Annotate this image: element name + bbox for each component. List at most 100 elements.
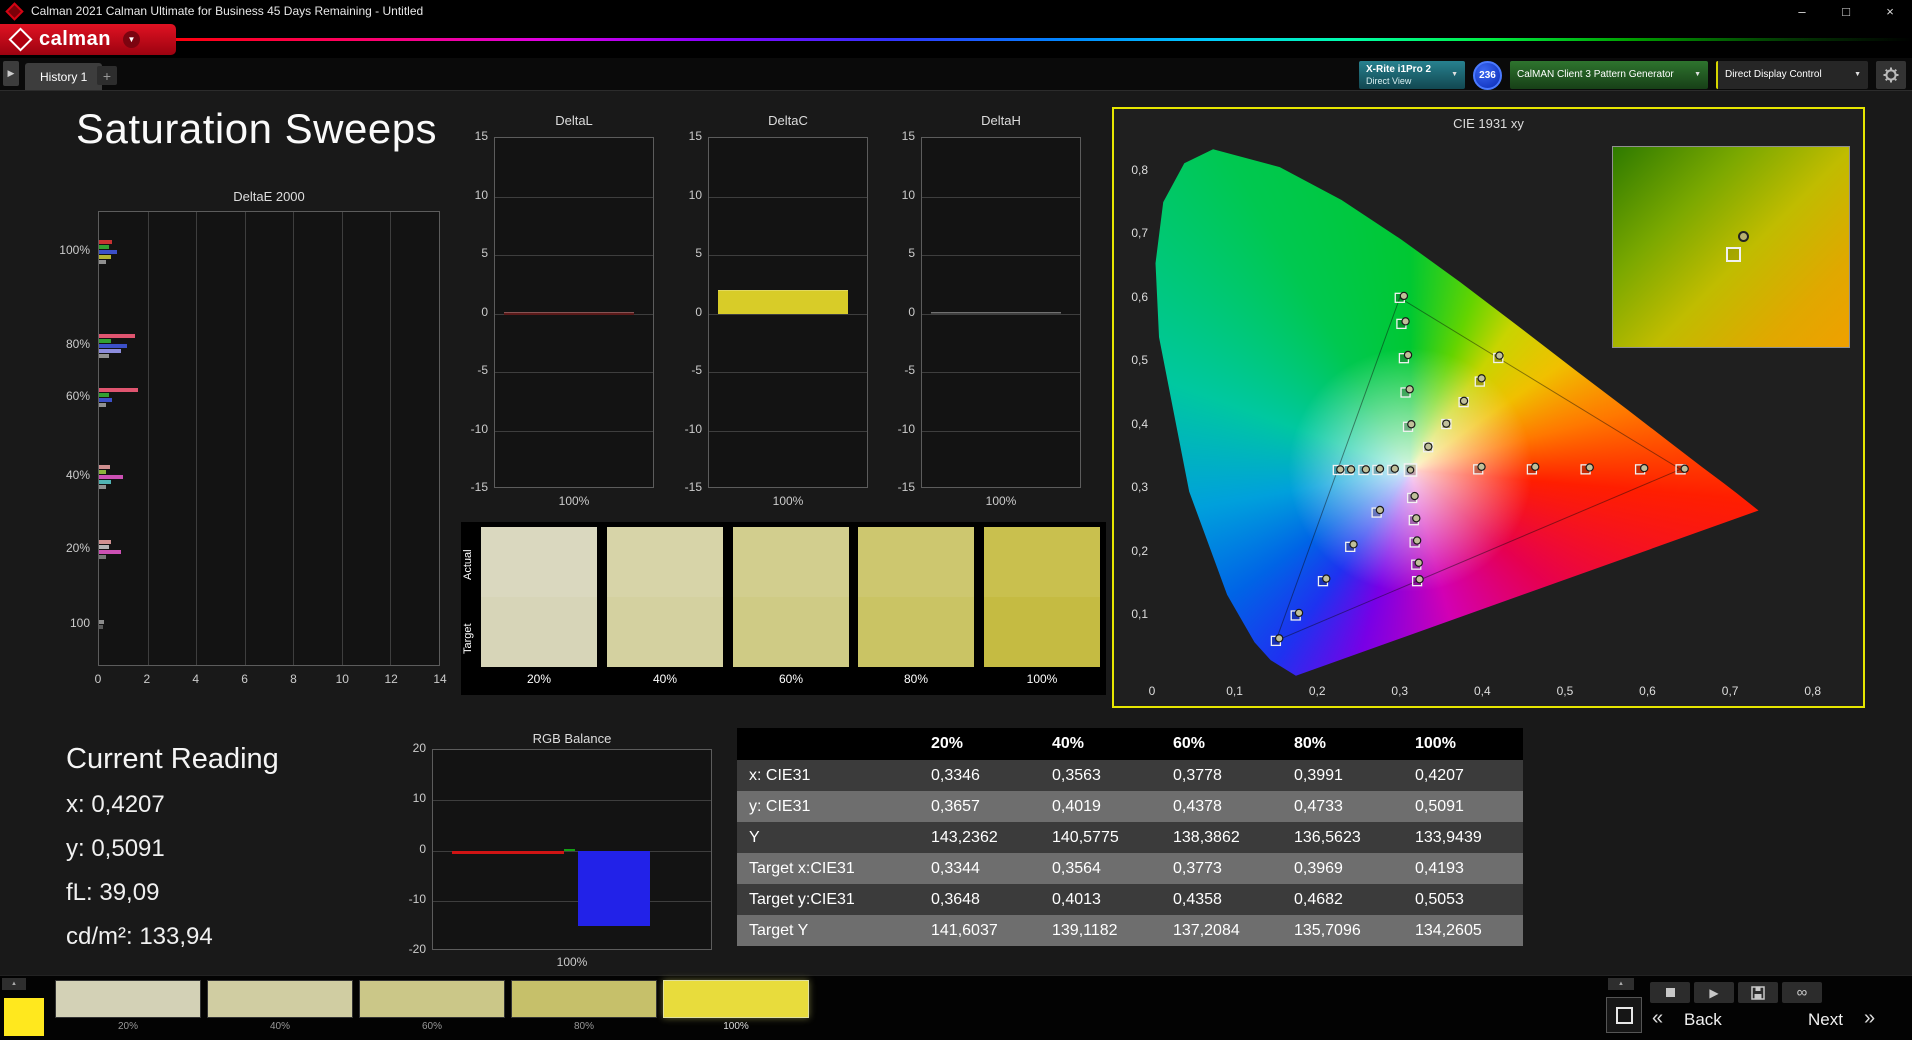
- collapse-panel-button[interactable]: ▲: [2, 978, 26, 990]
- next-chevron-icon[interactable]: »: [1864, 1007, 1875, 1030]
- deltae-bar: [99, 398, 113, 402]
- deltae-bar: [99, 625, 103, 629]
- deltae-bar: [99, 550, 121, 554]
- table-row: x: CIE31 0,3346 0,3563 0,3778 0,3991 0,4207: [737, 760, 1523, 791]
- next-button[interactable]: Next: [1808, 1010, 1843, 1030]
- cie-measured-point-red: [1680, 464, 1689, 473]
- deltae2000-x-axis: 0 2 4 6 8 10 12 14: [95, 672, 447, 688]
- deltae-bar: [99, 479, 112, 484]
- square-icon: [1615, 1006, 1633, 1024]
- table-cell: 134,2605: [1415, 921, 1482, 939]
- patch-label: 40%: [269, 1021, 290, 1032]
- reading-line: cd/m²: 133,94: [66, 923, 213, 950]
- display-control-selector[interactable]: Direct Display Control ▼: [1716, 61, 1868, 89]
- inset-measured-marker: [1738, 231, 1750, 242]
- pattern-patch-60%[interactable]: 60%: [359, 980, 505, 1038]
- cie-white-point-dot: [1406, 466, 1415, 474]
- pattern-window-button[interactable]: [1606, 997, 1642, 1033]
- meter-status-badge[interactable]: 236: [1473, 60, 1502, 90]
- collapse-transport-button[interactable]: ▲: [1608, 978, 1634, 990]
- deltae-bar: [99, 348, 121, 353]
- save-button[interactable]: [1738, 982, 1778, 1003]
- table-cell: 0,3773: [1173, 859, 1222, 877]
- pattern-patch-100%[interactable]: 100%: [663, 980, 809, 1038]
- maximize-button[interactable]: □: [1824, 0, 1868, 22]
- cie-measured-point-blue: [1375, 505, 1385, 515]
- gridline: [495, 196, 653, 198]
- table-row: Y 143,2362 140,5775 138,3862 136,5623 133,943…: [737, 822, 1523, 853]
- table-cell: 0,5053: [1415, 890, 1464, 908]
- meter-selector[interactable]: X-Rite i1Pro 2 Direct View ▼: [1359, 61, 1465, 89]
- add-tab-button[interactable]: +: [97, 66, 117, 85]
- table-cell: 135,7096: [1294, 921, 1361, 939]
- loop-button[interactable]: ∞: [1782, 982, 1822, 1003]
- patch-color: [207, 980, 353, 1018]
- y-tick-label: 0,3: [1131, 480, 1148, 495]
- workspace: Saturation Sweeps DeltaE 2000 100% 80% 60%…: [0, 91, 1912, 975]
- tab-history-1[interactable]: History 1: [25, 63, 103, 90]
- minimize-button[interactable]: –: [1780, 0, 1824, 22]
- table-cell: 139,1182: [1052, 921, 1118, 939]
- tab-scroll-button[interactable]: ▶: [3, 61, 19, 86]
- meter-line1: X-Rite i1Pro 2: [1366, 63, 1432, 75]
- cie-measured-point-blue: [1322, 574, 1331, 583]
- deltae2000-y-axis: 100% 80% 60% 40% 20% 100: [44, 211, 90, 666]
- swatch-target: [607, 597, 723, 667]
- deltae-bar: [99, 469, 107, 474]
- table-column-header: 80%: [1294, 735, 1327, 752]
- menu-caret-icon[interactable]: ▼: [122, 31, 140, 48]
- stop-button[interactable]: [1650, 982, 1690, 1003]
- cie-measured-point-cyan: [1336, 465, 1345, 474]
- y-tick-label: 15: [688, 129, 702, 143]
- close-button[interactable]: ×: [1868, 0, 1912, 22]
- table-column-header: 20%: [931, 735, 964, 752]
- table-cell: 0,3346: [931, 766, 980, 784]
- swatch-actual: [607, 527, 723, 597]
- table-cell: 0,3991: [1294, 766, 1343, 784]
- back-chevron-icon[interactable]: «: [1652, 1007, 1663, 1030]
- back-button[interactable]: Back: [1684, 1010, 1722, 1030]
- table-body: x: CIE31 0,3346 0,3563 0,3778 0,3991 0,4207 y:…: [737, 760, 1523, 946]
- swatch-comparison-panel: Actual Target 20% 40% 60% 80% 100%: [461, 522, 1106, 695]
- cie-measured-point-yellow: [1477, 374, 1486, 383]
- pattern-patch-40%[interactable]: 40%: [207, 980, 353, 1038]
- pattern-source-selector[interactable]: CalMAN Client 3 Pattern Generator ▼: [1510, 61, 1708, 89]
- y-tick-label: -5: [691, 363, 702, 377]
- y-tick-label: -10: [408, 891, 426, 906]
- cie-measured-point-cyan: [1346, 465, 1356, 474]
- pattern-patch-20%[interactable]: 20%: [55, 980, 201, 1038]
- deltae-bar: [99, 545, 109, 549]
- table-row: Target y:CIE31 0,3648 0,4013 0,4358 0,4682 0,…: [737, 884, 1523, 915]
- table-cell: 0,3657: [931, 797, 980, 815]
- rgb-balance-x-label: 100%: [556, 955, 588, 969]
- calman-menu-banner[interactable]: calman ▼: [0, 24, 176, 55]
- table-cell: 0,3564: [1052, 859, 1101, 877]
- table-cell: 0,4019: [1052, 797, 1101, 815]
- table-column-header: 60%: [1173, 735, 1206, 752]
- deltae2000-plot: [98, 211, 440, 666]
- deltae-bar: [99, 333, 136, 338]
- x-tick-label: 14: [433, 672, 447, 686]
- deltae-bar: [99, 620, 104, 624]
- cie-measured-point-blue: [1349, 540, 1358, 549]
- y-tick-label: 0,4: [1131, 416, 1148, 431]
- y-tick-label: 0,1: [1131, 607, 1148, 622]
- y-tick-label: 60%: [65, 389, 90, 403]
- patch-label: 100%: [723, 1021, 749, 1032]
- gridline: [709, 430, 867, 432]
- page-title: Saturation Sweeps: [76, 105, 438, 152]
- y-tick-label: 0: [481, 304, 488, 319]
- deltae2000-chart-title: DeltaE 2000: [233, 189, 305, 204]
- gridline: [390, 212, 392, 665]
- table-cell: 0,3969: [1294, 859, 1343, 877]
- cie-1931-panel: CIE 1931 xy 0 0,1 0,2 0,3 0,4 0,5 0,6 0,7 0,8 0,…: [1112, 107, 1865, 708]
- play-button[interactable]: ▶: [1694, 982, 1734, 1003]
- y-tick-label: 20%: [65, 541, 90, 555]
- cie-measured-point-red: [1477, 462, 1486, 472]
- pattern-patch-80%[interactable]: 80%: [511, 980, 657, 1038]
- deltae-bar: [99, 239, 113, 244]
- gridline: [433, 900, 711, 902]
- settings-button[interactable]: [1876, 61, 1906, 89]
- x-tick-label: 4: [192, 672, 200, 686]
- x-tick-label: 0,8: [1804, 684, 1822, 698]
